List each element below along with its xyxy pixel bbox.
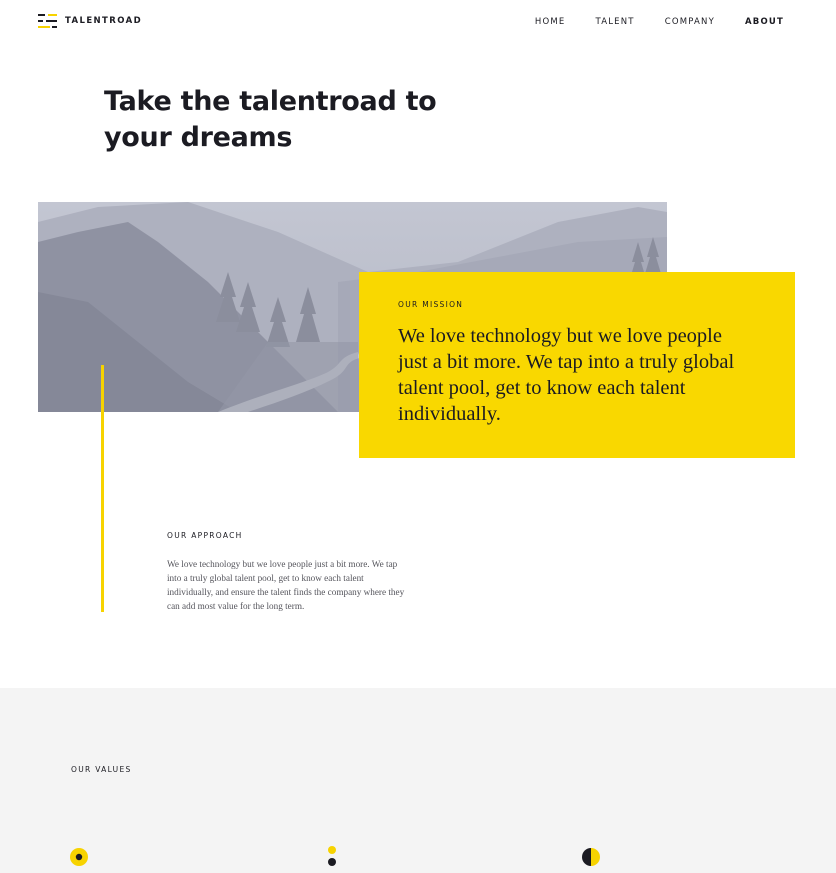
nav-about[interactable]: ABOUT bbox=[745, 17, 784, 30]
nav-home[interactable]: HOME bbox=[535, 17, 566, 27]
values-label: OUR VALUES bbox=[71, 765, 132, 774]
values-section: OUR VALUES bbox=[0, 688, 836, 873]
logo-text: TALENTROAD bbox=[65, 16, 143, 26]
main-nav: HOME TALENT COMPANY ABOUT bbox=[535, 17, 784, 30]
mission-label: OUR MISSION bbox=[398, 300, 464, 309]
approach-text: We love technology but we love people ju… bbox=[167, 559, 405, 611]
nav-talent[interactable]: TALENT bbox=[595, 17, 634, 27]
nav-company[interactable]: COMPANY bbox=[665, 17, 715, 27]
approach-label: OUR APPROACH bbox=[167, 531, 243, 540]
mission-text: We love technology but we love people ju… bbox=[398, 325, 735, 425]
target-dot-icon bbox=[70, 848, 88, 871]
two-dots-icon bbox=[327, 845, 337, 873]
page-title: Take the talentroad to your dreams bbox=[104, 84, 464, 156]
logo[interactable]: TALENTROAD bbox=[38, 14, 142, 28]
half-circle-icon bbox=[582, 848, 600, 871]
page-title-line-1: Take the talentroad to bbox=[104, 86, 437, 117]
mission-box: OUR MISSION We love technology but we lo… bbox=[359, 272, 795, 458]
accent-line bbox=[101, 365, 104, 612]
logo-icon bbox=[38, 14, 57, 28]
page-title-line-2: your dreams bbox=[104, 122, 293, 153]
